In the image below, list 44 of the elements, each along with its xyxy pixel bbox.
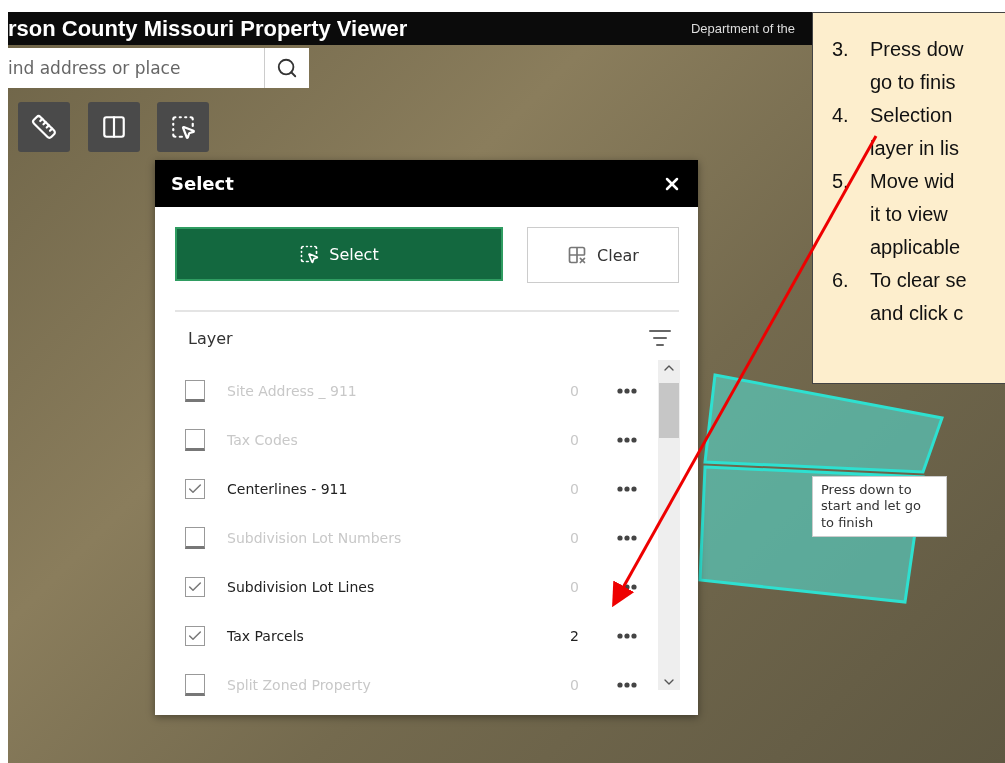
layer-checkbox[interactable] [185, 673, 205, 696]
layer-checkbox[interactable] [185, 576, 205, 597]
layer-name: Centerlines - 911 [227, 480, 349, 497]
more-dots-icon [617, 632, 637, 639]
select-cursor-icon [299, 244, 320, 264]
grid-cross-icon [567, 245, 588, 265]
step-number: 6. [832, 268, 850, 293]
step-text: To clear se and click c [870, 268, 967, 326]
select-cursor-icon [170, 114, 196, 140]
more-dots-icon [617, 387, 637, 394]
more-dots-icon [617, 681, 637, 688]
swipe-button[interactable] [88, 102, 140, 152]
step-text: Move wid it to view applicable [870, 169, 961, 260]
ruler-icon [31, 114, 57, 140]
panel-title: Select [171, 173, 234, 194]
layer-count: 2 [570, 627, 580, 644]
layer-checkbox[interactable] [185, 625, 205, 646]
layer-checkbox[interactable] [185, 428, 205, 451]
scrollbar[interactable] [658, 360, 680, 690]
more-dots-icon [617, 485, 637, 492]
more-dots-icon [617, 534, 637, 541]
layer-name: Subdivision Lot Lines [227, 578, 376, 595]
app-title: rson County Missouri Property Viewer [8, 17, 408, 40]
search-button[interactable] [264, 48, 309, 88]
layer-checkbox[interactable] [185, 478, 205, 499]
select-tool-button[interactable] [157, 102, 209, 152]
clear-button[interactable]: Clear [527, 227, 679, 283]
layer-checkbox[interactable] [185, 526, 205, 549]
layer-name: Tax Parcels [227, 627, 305, 644]
layer-label: Layer [188, 328, 233, 348]
step-text: Selection layer in lis [870, 103, 959, 161]
measure-button[interactable] [18, 102, 70, 152]
layer-checkbox[interactable] [185, 379, 205, 402]
more-dots-icon [617, 436, 637, 443]
select-button[interactable]: Select [175, 227, 503, 281]
step-number: 4. [832, 103, 850, 128]
scroll-thumb[interactable] [659, 382, 679, 438]
step-text: Press dow go to finis [870, 37, 964, 95]
step-number: 3. [832, 37, 850, 62]
step-number: 5. [832, 169, 850, 194]
map-tooltip: Press down to start and let go to finish [812, 476, 947, 537]
department-label: Department of the [690, 21, 795, 36]
split-view-icon [101, 114, 127, 140]
search-icon [276, 57, 298, 79]
